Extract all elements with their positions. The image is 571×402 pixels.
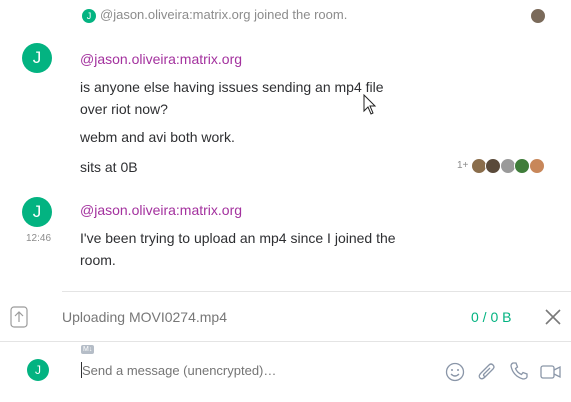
- read-receipt-avatar[interactable]: [485, 158, 501, 174]
- membership-read-receipt-avatar[interactable]: [530, 8, 546, 24]
- upload-icon: [10, 306, 28, 328]
- upload-filename: Uploading MOVI0274.mp4: [62, 309, 227, 325]
- phone-icon[interactable]: [509, 361, 529, 381]
- message-composer-input[interactable]: [82, 360, 422, 380]
- read-receipt-avatar[interactable]: [529, 158, 545, 174]
- upload-bar-top-border: [62, 291, 571, 292]
- message-text: is anyone else having issues sending an …: [80, 79, 384, 95]
- message-text: sits at 0B: [80, 159, 138, 175]
- emoji-icon[interactable]: [445, 362, 465, 382]
- membership-event-avatar[interactable]: J: [82, 9, 96, 23]
- composer-avatar[interactable]: J: [27, 359, 49, 381]
- message-timestamp[interactable]: 12:46: [26, 233, 51, 244]
- read-receipts-overflow[interactable]: 1+: [457, 160, 468, 171]
- read-receipt-avatar[interactable]: [514, 158, 530, 174]
- paperclip-icon[interactable]: [477, 361, 497, 383]
- membership-event-text: @jason.oliveira:matrix.org joined the ro…: [100, 7, 348, 22]
- message-text: webm and avi both work.: [80, 129, 235, 145]
- mouse-cursor-icon: [363, 94, 377, 116]
- composer-top-border: [0, 341, 571, 342]
- message-text: over riot now?: [80, 101, 168, 117]
- close-icon[interactable]: [544, 308, 562, 326]
- sender-avatar[interactable]: J: [22, 43, 52, 73]
- sender-name[interactable]: @jason.oliveira:matrix.org: [80, 51, 242, 67]
- upload-progress-text: 0 / 0 B: [471, 309, 512, 325]
- message-text: I've been trying to upload an mp4 since …: [80, 230, 396, 246]
- sender-name[interactable]: @jason.oliveira:matrix.org: [80, 202, 242, 218]
- video-camera-icon[interactable]: [540, 364, 562, 380]
- markdown-badge[interactable]: M↓: [81, 345, 95, 354]
- sender-avatar[interactable]: J: [22, 197, 52, 227]
- message-text: room.: [80, 252, 116, 268]
